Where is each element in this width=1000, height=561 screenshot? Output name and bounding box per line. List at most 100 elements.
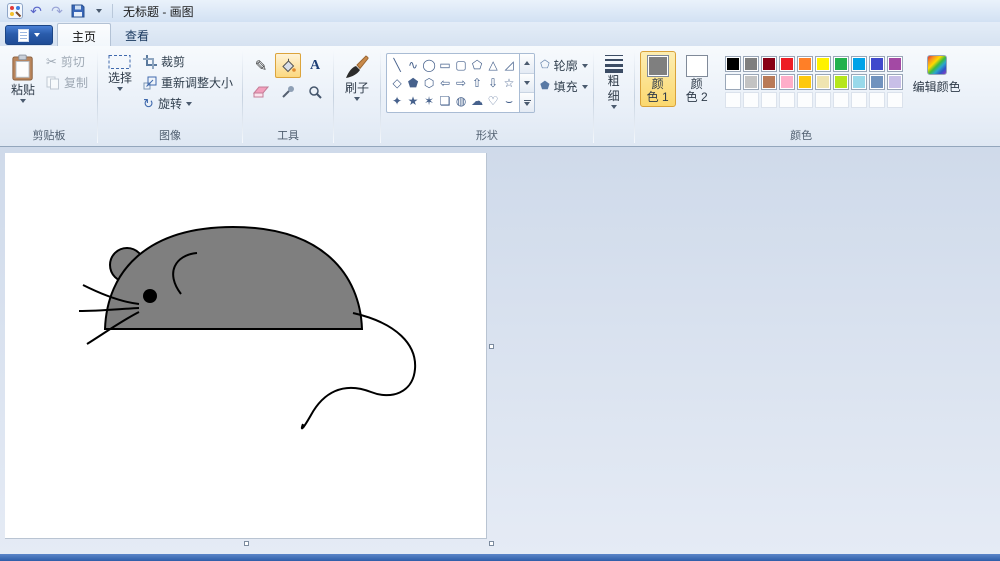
color2-button[interactable]: 颜 色 2	[679, 51, 715, 107]
group-separator	[380, 51, 382, 143]
resize-button[interactable]: 重新调整大小	[139, 72, 237, 93]
shape-cell[interactable]: ⇩	[485, 74, 501, 92]
rotate-button[interactable]: ↻ 旋转	[139, 93, 237, 114]
color1-button[interactable]: 颜 色 1	[639, 51, 676, 107]
down-caret-icon	[524, 81, 531, 85]
palette-swatch[interactable]	[886, 74, 903, 90]
ribbon-tab-row: 主页 查看	[0, 22, 1000, 46]
paste-button[interactable]: 粘贴	[6, 51, 40, 106]
application-menu-button[interactable]	[5, 25, 53, 45]
shape-cell[interactable]: ╲	[389, 56, 405, 74]
tab-home[interactable]: 主页	[57, 23, 112, 46]
palette-swatch[interactable]	[742, 56, 759, 72]
eraser-tool[interactable]	[248, 79, 274, 104]
palette-swatch[interactable]	[778, 74, 795, 90]
palette-swatch[interactable]	[850, 56, 867, 72]
palette-swatch-empty[interactable]	[760, 92, 777, 108]
palette-swatch[interactable]	[832, 74, 849, 90]
crop-button[interactable]: 裁剪	[139, 51, 237, 72]
palette-swatch[interactable]	[814, 74, 831, 90]
magnifier-tool[interactable]	[302, 79, 328, 104]
group-shapes: ╲ ∿ ◯ ▭ ▢ ⬠ △ ◿ ◇ ⬟ ⬡ ⇦ ⇨ ⇧ ⇩ ☆ ✦ ★ ✶ ❏ ◍ ☁ ♡ ⌣ ⬠ 轮廓	[382, 48, 592, 146]
line-thickness-icon	[604, 55, 623, 73]
palette-swatch[interactable]	[850, 74, 867, 90]
shape-cell[interactable]: ⌣	[501, 92, 517, 110]
shape-cell[interactable]: ★	[405, 92, 421, 110]
palette-swatch-empty[interactable]	[724, 92, 741, 108]
paste-caret-icon	[20, 99, 26, 103]
gallery-scroll-down-button[interactable]	[520, 73, 535, 94]
fill-button[interactable]: ⬟ 填充	[540, 78, 588, 95]
pencil-tool[interactable]: ✎	[248, 53, 274, 78]
shape-cell[interactable]: ◍	[453, 92, 469, 110]
palette-swatch[interactable]	[886, 56, 903, 72]
palette-swatch-empty[interactable]	[832, 92, 849, 108]
palette-swatch-empty[interactable]	[742, 92, 759, 108]
select-button[interactable]: 选择	[103, 51, 137, 94]
rotate-label: 旋转	[157, 97, 182, 111]
rotate-icon: ↻	[143, 95, 154, 111]
canvas-resize-handle-corner[interactable]	[489, 541, 494, 546]
shape-cell[interactable]: ✶	[421, 92, 437, 110]
app-icon[interactable]	[6, 2, 24, 20]
palette-swatch[interactable]	[868, 56, 885, 72]
shape-cell[interactable]: ☁	[469, 92, 485, 110]
shape-cell[interactable]: ♡	[485, 92, 501, 110]
canvas-resize-handle-right[interactable]	[489, 344, 494, 349]
palette-swatch[interactable]	[724, 74, 741, 90]
palette-swatch[interactable]	[742, 74, 759, 90]
palette-swatch[interactable]	[832, 56, 849, 72]
shape-cell[interactable]: ◇	[389, 74, 405, 92]
shape-cell[interactable]: ⬡	[421, 74, 437, 92]
qat-dropdown-caret-icon[interactable]	[90, 2, 108, 20]
gallery-scroll-up-button[interactable]	[520, 54, 535, 74]
fill-tool[interactable]	[275, 53, 302, 78]
palette-swatch-empty[interactable]	[796, 92, 813, 108]
color-picker-tool[interactable]	[275, 79, 301, 104]
undo-icon[interactable]: ↶	[27, 2, 45, 20]
fill-icon: ⬟	[540, 80, 550, 92]
brushes-button[interactable]: 刷子	[339, 51, 375, 104]
shape-cell[interactable]: ⬠	[469, 56, 485, 74]
shape-cell[interactable]: △	[485, 56, 501, 74]
palette-swatch-empty[interactable]	[814, 92, 831, 108]
shape-cell[interactable]: ▭	[437, 56, 453, 74]
palette-swatch[interactable]	[814, 56, 831, 72]
redo-icon[interactable]: ↷	[48, 2, 66, 20]
palette-swatch[interactable]	[796, 56, 813, 72]
palette-swatch-empty[interactable]	[778, 92, 795, 108]
shape-cell[interactable]: ◯	[421, 56, 437, 74]
shape-cell[interactable]: ☆	[501, 74, 517, 92]
size-button[interactable]: 粗 细	[599, 51, 629, 112]
drawing-canvas[interactable]	[5, 153, 487, 539]
shape-cell[interactable]: ⬟	[405, 74, 421, 92]
gallery-expand-button[interactable]	[520, 93, 535, 112]
palette-swatch[interactable]	[778, 56, 795, 72]
copy-button[interactable]: 复制	[42, 72, 92, 93]
cut-button[interactable]: ✂ 剪切	[42, 51, 92, 72]
workspace	[0, 147, 1000, 554]
shape-cell[interactable]: ◿	[501, 56, 517, 74]
shape-cell[interactable]: ▢	[453, 56, 469, 74]
text-tool[interactable]: A	[302, 53, 328, 78]
palette-swatch[interactable]	[760, 56, 777, 72]
shape-cell[interactable]: ✦	[389, 92, 405, 110]
save-icon[interactable]	[69, 2, 87, 20]
edit-colors-button[interactable]: 编辑颜色	[911, 51, 963, 99]
palette-swatch[interactable]	[724, 56, 741, 72]
palette-swatch-empty[interactable]	[850, 92, 867, 108]
shape-cell[interactable]: ⇦	[437, 74, 453, 92]
shape-cell[interactable]: ∿	[405, 56, 421, 74]
shape-cell[interactable]: ⇨	[453, 74, 469, 92]
palette-swatch-empty[interactable]	[868, 92, 885, 108]
palette-swatch[interactable]	[760, 74, 777, 90]
canvas-resize-handle-bottom[interactable]	[244, 541, 249, 546]
titlebar: ↶ ↷ 无标题 - 画图	[0, 0, 1000, 22]
palette-swatch[interactable]	[868, 74, 885, 90]
palette-swatch[interactable]	[796, 74, 813, 90]
outline-button[interactable]: ⬠ 轮廓	[540, 57, 588, 74]
tab-view[interactable]: 查看	[111, 23, 163, 46]
palette-swatch-empty[interactable]	[886, 92, 903, 108]
shape-cell[interactable]: ❏	[437, 92, 453, 110]
shape-cell[interactable]: ⇧	[469, 74, 485, 92]
